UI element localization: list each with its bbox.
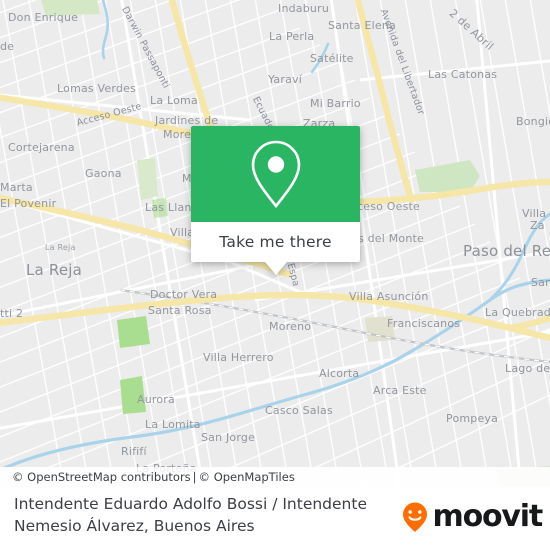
osm-attribution-link[interactable]: © OpenStreetMap contributors <box>12 470 191 484</box>
moovit-brand-logo[interactable]: moovit <box>398 499 544 534</box>
popup-pointer-tail <box>264 262 287 275</box>
map-pin-icon <box>251 140 300 209</box>
attribution-separator: | <box>192 470 197 484</box>
map-attribution-bar: © OpenStreetMap contributors | © OpenMap… <box>0 467 550 487</box>
moovit-smiley-pin-icon <box>402 502 427 532</box>
station-title: Intendente Eduardo Adolfo Bossi / Intend… <box>14 495 367 535</box>
moovit-station-map-screen: Don Enrique de Indaburu Santa Elena La Perla… <box>0 0 550 550</box>
openmaptiles-attribution-link[interactable]: © OpenMapTiles <box>199 470 295 484</box>
take-me-there-label: Take me there <box>219 233 332 251</box>
popup-header <box>191 126 360 222</box>
popup-action-bar[interactable]: Take me there <box>191 222 360 262</box>
map-viewport[interactable]: Don Enrique de Indaburu Santa Elena La Perla… <box>0 0 550 487</box>
station-popup-card[interactable]: Take me there <box>191 126 360 275</box>
footer-bar: Intendente Eduardo Adolfo Bossi / Intend… <box>0 487 550 550</box>
moovit-wordmark: moovit <box>432 499 544 534</box>
